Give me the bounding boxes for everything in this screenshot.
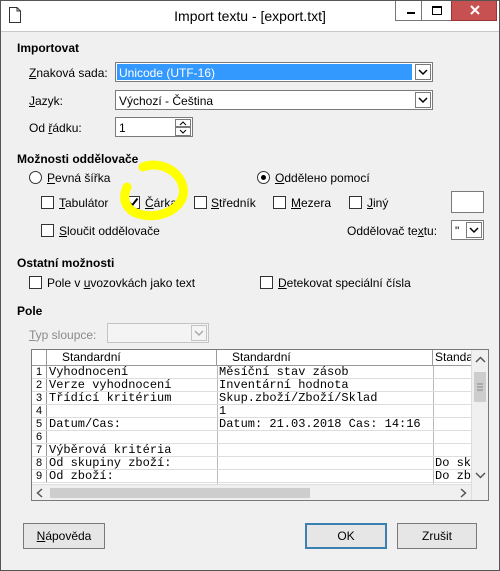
ok-button[interactable]: OK <box>305 523 387 549</box>
detect-special-checkbox[interactable] <box>260 276 273 289</box>
grip-icon <box>477 383 483 391</box>
column-header-1[interactable]: Standardní <box>47 350 217 366</box>
preview-grid[interactable]: Standardní Standardní Standardní 1Vyhodn… <box>31 349 489 501</box>
language-label: Jazyk: <box>29 94 64 108</box>
charset-select[interactable]: Unicode (UTF-16) <box>115 62 433 82</box>
column-header-3[interactable]: Standardní <box>433 350 473 366</box>
chevron-down-icon <box>179 129 187 134</box>
semicolon-checkbox[interactable] <box>194 196 207 209</box>
cancel-button[interactable]: Zrušit <box>397 523 477 549</box>
quoted-as-text-label: Pole v uvozovkách jako text <box>47 276 196 290</box>
close-icon <box>470 5 480 15</box>
title-bar: Import textu - [export.txt] <box>1 1 499 32</box>
charset-value: Unicode (UTF-16) <box>119 66 216 80</box>
chevron-down-icon <box>418 69 428 76</box>
row-divider <box>32 482 471 483</box>
charset-dropdown-button[interactable] <box>415 64 431 80</box>
quoted-as-text-checkbox[interactable] <box>29 276 42 289</box>
import-dialog: Import textu - [export.txt] Importovat Z… <box>0 0 500 571</box>
spin-up-button[interactable] <box>175 119 191 127</box>
grid-corner <box>32 350 47 366</box>
column-type-label: Typ sloupce: <box>29 328 97 342</box>
from-row-spinner[interactable]: 1 <box>115 117 193 137</box>
close-button[interactable] <box>451 1 497 21</box>
charset-label: Znaková sada: <box>29 66 108 80</box>
from-row-label: Od řádku: <box>29 121 82 135</box>
from-row-value: 1 <box>119 121 126 135</box>
separated-by-label: Oddělено pomocí <box>275 171 370 185</box>
chevron-down-icon <box>469 227 479 234</box>
other-label: Jiný <box>367 196 389 210</box>
language-dropdown-button[interactable] <box>415 92 431 108</box>
space-label: Mezera <box>291 196 332 210</box>
vertical-scrollbar[interactable] <box>471 350 489 500</box>
fixed-width-label: Pevná šířka <box>47 171 111 185</box>
chevron-up-icon <box>179 121 187 126</box>
scroll-down-icon[interactable] <box>472 467 489 483</box>
spin-down-button[interactable] <box>175 127 191 136</box>
other-options-heading: Ostatní možnosti <box>17 256 115 270</box>
scroll-thumb[interactable] <box>474 372 486 402</box>
text-delim-label: Oddělovač textu: <box>347 224 438 238</box>
language-value: Výchozí - Čeština <box>119 94 214 108</box>
column-type-dropdown-button[interactable] <box>191 325 207 341</box>
fields-heading: Pole <box>17 304 43 318</box>
text-delim-select[interactable]: " <box>451 220 484 240</box>
h-scroll-thumb[interactable] <box>50 488 310 498</box>
semicolon-label: Středník <box>211 196 256 210</box>
maximize-button[interactable] <box>421 1 453 21</box>
other-checkbox[interactable] <box>349 196 362 209</box>
space-checkbox[interactable] <box>273 196 286 209</box>
scroll-up-icon[interactable] <box>472 352 489 368</box>
chevron-down-icon <box>418 97 428 104</box>
language-select[interactable]: Výchozí - Čeština <box>115 90 433 110</box>
text-delim-dropdown-button[interactable] <box>466 222 482 238</box>
column-header-2[interactable]: Standardní <box>217 350 433 366</box>
separated-by-radio[interactable] <box>257 171 270 184</box>
import-heading: Importovat <box>17 41 80 55</box>
column-type-select[interactable] <box>107 323 209 343</box>
merge-label: Sloučit oddělovače <box>59 224 160 238</box>
annotation-circle <box>120 160 188 221</box>
detect-special-label: Detekovat speciální čísla <box>278 276 411 290</box>
scroll-left-icon[interactable] <box>32 485 48 501</box>
merge-checkbox[interactable] <box>41 224 54 237</box>
tab-checkbox[interactable] <box>41 196 54 209</box>
tab-label: Tabulátor <box>59 196 109 210</box>
chevron-down-icon <box>194 330 204 337</box>
fixed-width-radio[interactable] <box>29 171 42 184</box>
horizontal-scrollbar[interactable] <box>32 484 471 501</box>
help-button[interactable]: Nápověda <box>23 523 105 549</box>
scroll-right-icon[interactable] <box>455 485 471 501</box>
other-separator-input[interactable] <box>451 191 484 213</box>
text-delim-value: " <box>455 224 460 238</box>
maximize-icon <box>432 6 442 15</box>
